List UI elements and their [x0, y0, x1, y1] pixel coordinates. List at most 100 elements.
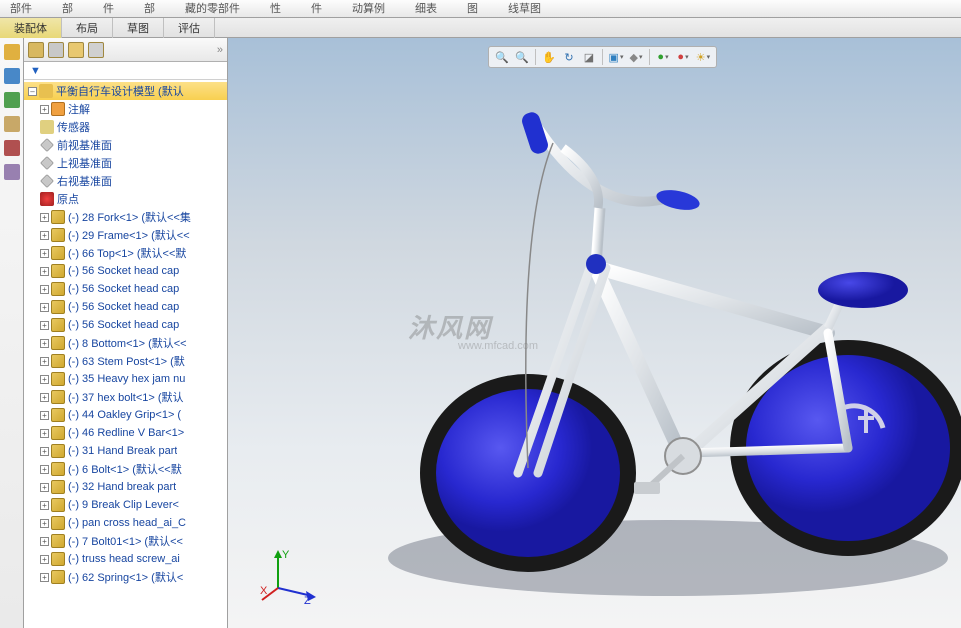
bicycle-model[interactable]	[338, 78, 961, 608]
expand-icon[interactable]: +	[40, 447, 49, 456]
top-menu-item[interactable]: 线草图	[508, 0, 541, 17]
pan-icon[interactable]: ✋	[540, 48, 558, 66]
scene-icon[interactable]: ●▾	[654, 48, 672, 66]
expand-icon[interactable]: +	[40, 483, 49, 492]
tree-tabs-more-icon[interactable]: »	[217, 44, 223, 56]
expand-icon[interactable]: +	[40, 231, 49, 240]
tree-node[interactable]: +(-) 56 Socket head cap	[24, 298, 227, 316]
svg-text:Z: Z	[304, 595, 311, 606]
tree-node[interactable]: +(-) 62 Spring<1> (默认<	[24, 568, 227, 586]
top-menu-item[interactable]: 性	[270, 0, 281, 17]
ribbon-tab[interactable]: 草图	[113, 18, 164, 38]
cm-tool-1-icon[interactable]	[4, 44, 20, 60]
tree-node[interactable]: +(-) 56 Socket head cap	[24, 262, 227, 280]
tree-node[interactable]: + (-) 56 Socket head cap	[24, 280, 227, 298]
tree-node-label: 右视基准面	[57, 173, 112, 189]
expand-icon[interactable]: +	[40, 357, 49, 366]
tree-node[interactable]: 原点	[24, 190, 227, 208]
expand-icon[interactable]: +	[40, 537, 49, 546]
nic-part-icon	[51, 300, 65, 314]
expand-icon[interactable]: +	[40, 375, 49, 384]
tree-node-label: (-) 6 Bolt<1> (默认<<默	[68, 461, 182, 477]
tree-node[interactable]: 前视基准面	[24, 136, 227, 154]
expand-icon[interactable]: +	[40, 465, 49, 474]
top-menu-item[interactable]: 细表	[415, 0, 437, 17]
tree-node[interactable]: +(-) 31 Hand Break part	[24, 442, 227, 460]
tree-tab-dim-icon[interactable]	[88, 42, 104, 58]
tree-node[interactable]: +(-) 8 Bottom<1> (默认<<	[24, 334, 227, 352]
settings-icon[interactable]: ☀▾	[694, 48, 712, 66]
expand-icon[interactable]: +	[40, 393, 49, 402]
top-menu-item[interactable]: 动算例	[352, 0, 385, 17]
cm-tool-6-icon[interactable]	[4, 164, 20, 180]
expand-icon[interactable]: +	[40, 105, 49, 114]
expand-icon[interactable]: +	[40, 501, 49, 510]
dropdown-caret-icon: ▾	[685, 53, 689, 61]
top-menu-item[interactable]: 藏的零部件	[185, 0, 240, 17]
cm-tool-3-icon[interactable]	[4, 92, 20, 108]
expand-icon[interactable]: +	[40, 429, 49, 438]
tree-tab-config-icon[interactable]	[68, 42, 84, 58]
tree-node[interactable]: 右视基准面	[24, 172, 227, 190]
tree-node[interactable]: +(-) 32 Hand break part	[24, 478, 227, 496]
ribbon-tab[interactable]: 装配体	[0, 18, 62, 38]
top-menu-item[interactable]: 图	[467, 0, 478, 17]
tree-tab-property-icon[interactable]	[48, 42, 64, 58]
tree-node[interactable]: +(-) 56 Socket head cap	[24, 316, 227, 334]
top-menu-item[interactable]: 部件	[10, 0, 32, 17]
tree-node[interactable]: +(-) 35 Heavy hex jam nu	[24, 370, 227, 388]
tree-node[interactable]: +(-) 29 Frame<1> (默认<<	[24, 226, 227, 244]
expand-icon[interactable]: +	[40, 213, 49, 222]
top-menu-item[interactable]: 件	[103, 0, 114, 17]
tree-node[interactable]: +(-) 46 Redline V Bar<1>	[24, 424, 227, 442]
3d-viewport[interactable]: 🔍🔍✋↻◪▣▾◆▾●▾●▾☀▾	[228, 38, 961, 628]
tree-node[interactable]: +(-) 28 Fork<1> (默认<<集	[24, 208, 227, 226]
tree-node[interactable]: 上视基准面	[24, 154, 227, 172]
cm-tool-5-icon[interactable]	[4, 140, 20, 156]
expand-icon[interactable]: +	[40, 321, 49, 330]
tree-node[interactable]: +注解	[24, 100, 227, 118]
top-menu-item[interactable]: 部	[62, 0, 73, 17]
tree-node[interactable]: +(-) 7 Bolt01<1> (默认<<	[24, 532, 227, 550]
top-menu-item[interactable]: 件	[311, 0, 322, 17]
tree-node[interactable]: –平衡自行车设计模型 (默认	[24, 82, 227, 100]
orientation-triad[interactable]: Y Z X	[260, 546, 320, 606]
expand-icon[interactable]: +	[40, 411, 49, 420]
perspective-icon[interactable]: ◆▾	[627, 48, 645, 66]
rotate-icon[interactable]: ↻	[560, 48, 578, 66]
tree-tab-feature-icon[interactable]	[28, 42, 44, 58]
tree-node-label: (-) 56 Socket head cap	[68, 283, 179, 295]
appearance-icon[interactable]: ●▾	[674, 48, 692, 66]
expand-icon[interactable]: –	[28, 87, 37, 96]
tree-node[interactable]: +(-) pan cross head_ai_C	[24, 514, 227, 532]
tree-node[interactable]: + (-) 9 Break Clip Lever<	[24, 496, 227, 514]
zoom-area-icon[interactable]: 🔍	[513, 48, 531, 66]
display-style-icon[interactable]: ▣▾	[607, 48, 625, 66]
expand-icon[interactable]: +	[40, 285, 49, 294]
expand-icon[interactable]: +	[40, 555, 49, 564]
nic-part-icon	[51, 228, 65, 242]
expand-icon[interactable]: +	[40, 339, 49, 348]
expand-icon[interactable]: +	[40, 519, 49, 528]
top-menu-item[interactable]: 部	[144, 0, 155, 17]
section-icon[interactable]: ◪	[580, 48, 598, 66]
tree-node-label: (-) 9 Break Clip Lever<	[68, 499, 179, 511]
zoom-fit-icon[interactable]: 🔍	[493, 48, 511, 66]
ribbon-tab[interactable]: 评估	[164, 18, 215, 38]
tree-node[interactable]: + (-) 6 Bolt<1> (默认<<默	[24, 460, 227, 478]
tree-node[interactable]: +(-) 37 hex bolt<1> (默认	[24, 388, 227, 406]
cm-tool-2-icon[interactable]	[4, 68, 20, 84]
tree-node[interactable]: +(-) truss head screw_ai	[24, 550, 227, 568]
expand-icon[interactable]: +	[40, 267, 49, 276]
expand-icon[interactable]: +	[40, 249, 49, 258]
expand-icon[interactable]: +	[40, 303, 49, 312]
cm-tool-4-icon[interactable]	[4, 116, 20, 132]
ribbon-tab[interactable]: 布局	[62, 18, 113, 38]
tree-node[interactable]: +(-) 44 Oakley Grip<1> (	[24, 406, 227, 424]
tree-node[interactable]: +(-) 66 Top<1> (默认<<默	[24, 244, 227, 262]
tree-filter-bar[interactable]: ▼	[24, 62, 227, 80]
tree-node[interactable]: 传感器	[24, 118, 227, 136]
expand-icon[interactable]: +	[40, 573, 49, 582]
tree-node[interactable]: +(-) 63 Stem Post<1> (默	[24, 352, 227, 370]
feature-tree[interactable]: –平衡自行车设计模型 (默认+注解传感器前视基准面上视基准面右视基准面原点+(-…	[24, 80, 227, 628]
